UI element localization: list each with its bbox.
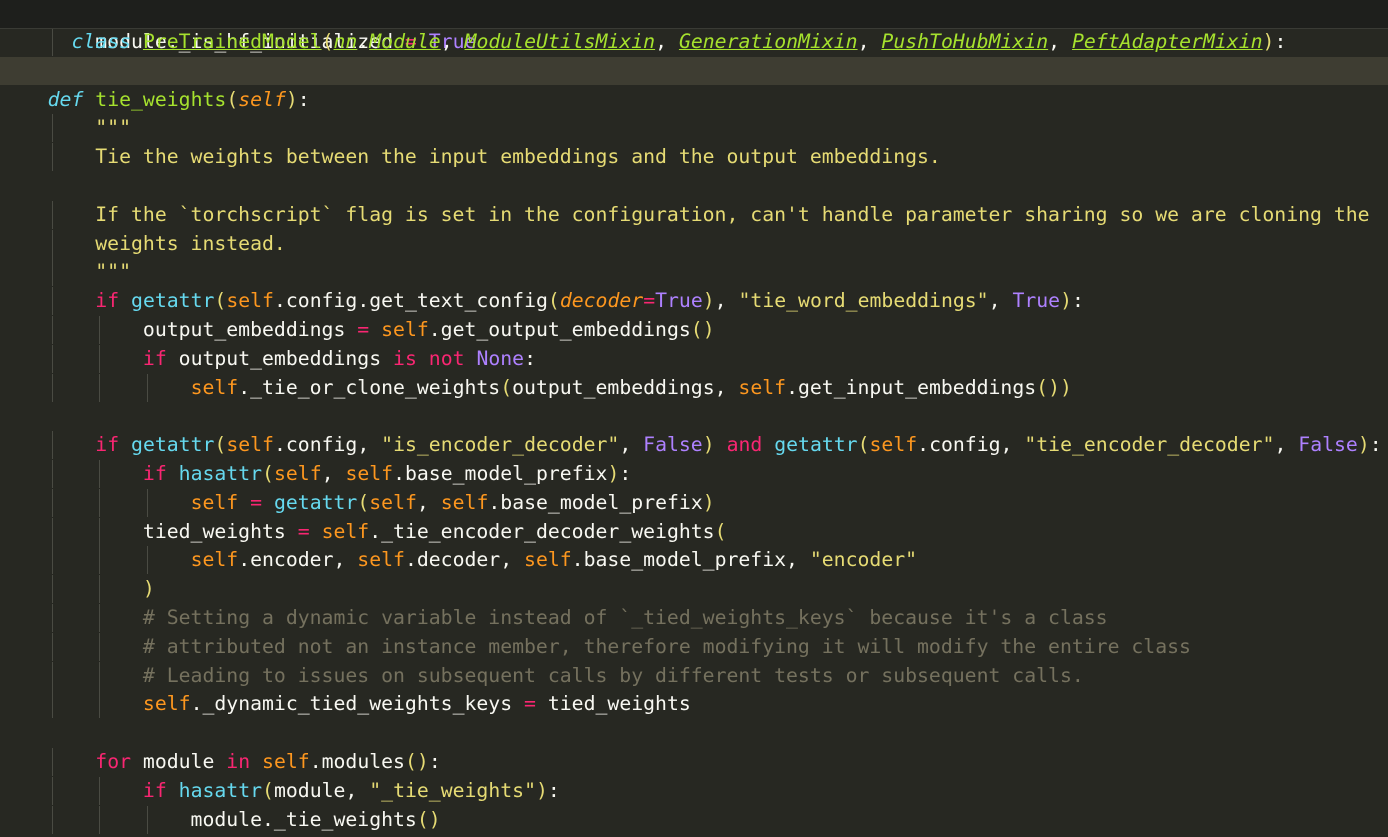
code-text: """ [0, 116, 132, 140]
code-text: weights instead. [0, 231, 286, 255]
code-line[interactable]: ) [0, 575, 1388, 604]
sticky-scroll-header[interactable]: class PreTrainedModel(nn.Module, ModuleU… [0, 0, 1388, 53]
code-text: if hasattr(module, "_tie_weights"): [142, 778, 560, 802]
code-line[interactable]: Tie the weights between the input embedd… [0, 143, 1388, 172]
code-line[interactable]: if hasattr(self, self.base_model_prefix)… [0, 460, 1388, 488]
code-line[interactable]: output_embeddings = self.get_output_embe… [0, 316, 1388, 344]
code-editor[interactable]: class PreTrainedModel(nn.Module, ModuleU… [0, 0, 1388, 837]
code-line[interactable]: """ [0, 114, 1388, 143]
code-line[interactable]: if output_embeddings is not None: [0, 344, 1388, 373]
code-text: # Leading to issues on subsequent calls … [142, 663, 1084, 687]
code-text: ) [142, 577, 155, 601]
code-line[interactable]: self.encoder, self.decoder, self.base_mo… [0, 546, 1388, 575]
sticky-class-line[interactable]: class PreTrainedModel(nn.Module, ModuleU… [0, 0, 1388, 53]
code-line[interactable]: If the `torchscript` flag is set in the … [0, 200, 1388, 229]
code-line[interactable]: for module in self.modules(): [0, 748, 1388, 776]
code-line[interactable] [0, 172, 1388, 200]
code-line[interactable] [0, 402, 1388, 430]
code-line[interactable]: if getattr(self.config, "is_encoder_deco… [0, 431, 1388, 460]
code-line[interactable]: # Leading to issues on subsequent calls … [0, 661, 1388, 690]
code-text: output_embeddings = self.get_output_embe… [0, 318, 715, 341]
code-text: self.encoder, self.decoder, self.base_mo… [190, 548, 918, 572]
code-text: """ [0, 260, 132, 284]
code-text: tied_weights = self._tie_encoder_decoder… [0, 519, 727, 543]
code-line[interactable]: self._dynamic_tied_weights_keys = tied_w… [0, 690, 1388, 719]
code-line[interactable]: """ [0, 258, 1388, 287]
code-text: if hasattr(self, self.base_model_prefix)… [142, 462, 632, 485]
code-text: module._tie_weights() [0, 807, 441, 831]
code-line[interactable]: if hasattr(module, "_tie_weights"): [0, 776, 1388, 805]
code-line[interactable]: tied_weights = self._tie_encoder_decoder… [0, 517, 1388, 546]
code-line[interactable]: def tie_weights(self): [0, 86, 1388, 114]
code-line[interactable]: self._tie_or_clone_weights(output_embedd… [0, 373, 1388, 402]
code-line[interactable] [0, 56, 1388, 85]
code-line[interactable]: module._tie_weights() [0, 805, 1388, 834]
code-line[interactable] [0, 719, 1388, 747]
code-line[interactable]: self = getattr(self, self.base_model_pre… [0, 488, 1388, 517]
code-text: self._dynamic_tied_weights_keys = tied_w… [142, 692, 691, 716]
code-text: if getattr(self.config, "is_encoder_deco… [95, 433, 1382, 457]
code-text: Tie the weights between the input embedd… [0, 145, 941, 169]
code-text: # Setting a dynamic variable instead of … [142, 606, 1108, 629]
code-text: if getattr(self.config.get_text_config(d… [95, 289, 1084, 313]
code-line[interactable]: weights instead. [0, 229, 1388, 258]
code-text: if output_embeddings is not None: [142, 346, 536, 370]
code-text: If the `torchscript` flag is set in the … [0, 202, 1370, 226]
code-line[interactable]: # Setting a dynamic variable instead of … [0, 604, 1388, 632]
code-text: self._tie_or_clone_weights(output_embedd… [190, 375, 1072, 399]
code-text: # attributed not an instance member, the… [142, 634, 1191, 658]
code-line[interactable]: if getattr(self.config.get_text_config(d… [0, 287, 1388, 316]
sticky-class-code: class PreTrainedModel(nn.Module, ModuleU… [71, 30, 1287, 53]
code-text: for module in self.modules(): [95, 750, 441, 773]
code-line[interactable]: # attributed not an instance member, the… [0, 632, 1388, 661]
code-text: self = getattr(self, self.base_model_pre… [190, 490, 715, 514]
code-text: def tie_weights(self): [47, 87, 310, 111]
